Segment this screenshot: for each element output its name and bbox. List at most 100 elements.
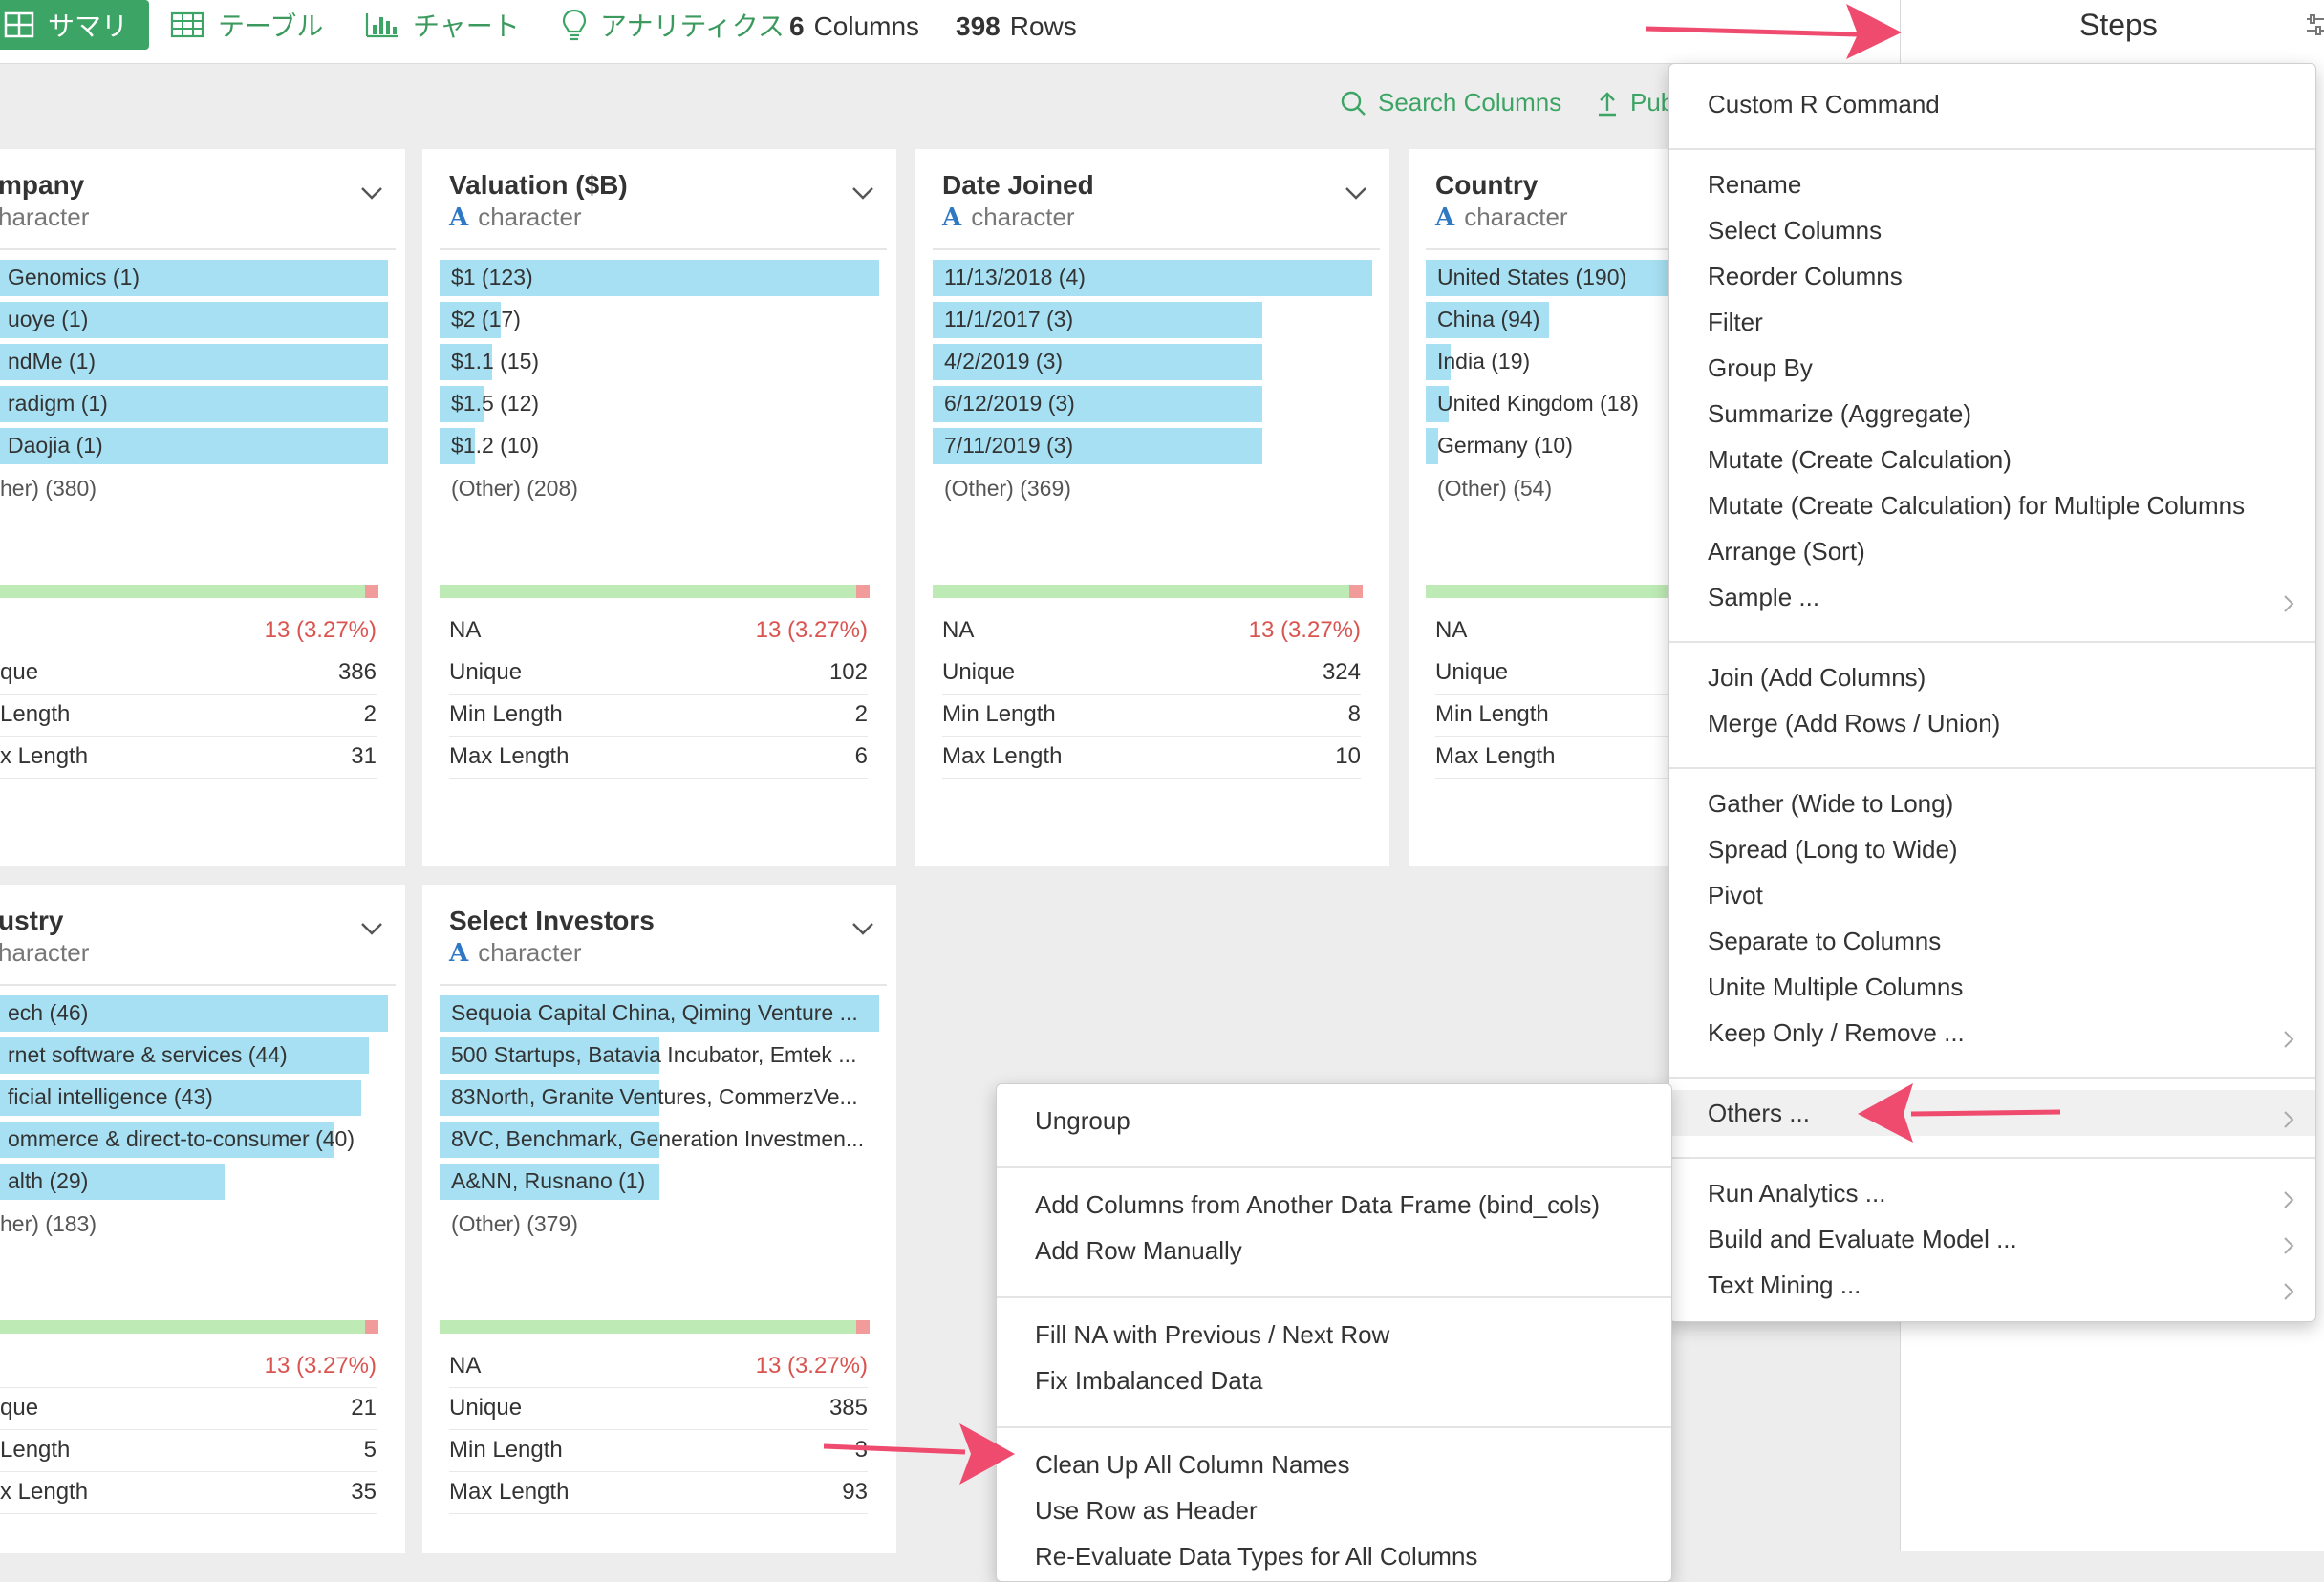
chevron-down-icon[interactable]	[359, 921, 384, 941]
menu-item-label: Add Row Manually	[1035, 1236, 1242, 1265]
value-bar-label: India (19)	[1437, 349, 1531, 374]
value-bar[interactable]: United States (190)	[1426, 260, 1678, 296]
menu-item-fix-imbalanced-data[interactable]: Fix Imbalanced Data	[997, 1361, 1671, 1400]
value-bar[interactable]: 4/2/2019 (3)	[933, 344, 1372, 380]
value-bar-label: $1.1 (15)	[451, 349, 540, 374]
card-divider	[1426, 248, 1686, 250]
menu-item-rename[interactable]: Rename	[1669, 165, 2315, 203]
stat-label: NA	[942, 617, 975, 643]
value-bar-label: radigm (1)	[8, 391, 108, 416]
menu-item-filter[interactable]: Filter	[1669, 303, 2315, 341]
value-bar[interactable]: 7/11/2019 (3)	[933, 428, 1372, 464]
menu-item-gather-wide-to-long[interactable]: Gather (Wide to Long)	[1669, 784, 2315, 823]
menu-item-others[interactable]: Others ...	[1669, 1090, 2315, 1136]
value-bar[interactable]: ficial intelligence (43)	[0, 1080, 388, 1116]
menu-item-custom-r-command[interactable]: Custom R Command	[1669, 85, 2315, 123]
value-bar[interactable]: 6/12/2019 (3)	[933, 386, 1372, 422]
menu-item-build-and-evaluate-model[interactable]: Build and Evaluate Model ...	[1669, 1220, 2315, 1258]
value-bar[interactable]: Daojia (1)	[0, 428, 388, 464]
menu-item-sample[interactable]: Sample ...	[1669, 578, 2315, 616]
na-ratio-bar	[0, 1320, 378, 1334]
menu-item-pivot[interactable]: Pivot	[1669, 876, 2315, 914]
value-bar-label: 11/1/2017 (3)	[944, 307, 1074, 331]
menu-item-ungroup[interactable]: Ungroup	[997, 1101, 1671, 1140]
menu-item-select-columns[interactable]: Select Columns	[1669, 211, 2315, 249]
menu-item-unite-multiple-columns[interactable]: Unite Multiple Columns	[1669, 968, 2315, 1006]
value-bar[interactable]: United Kingdom (18)	[1426, 386, 1678, 422]
value-bar[interactable]: 11/13/2018 (4)	[933, 260, 1372, 296]
value-bar-label: 6/12/2019 (3)	[944, 391, 1075, 416]
menu-item-reorder-columns[interactable]: Reorder Columns	[1669, 257, 2315, 295]
menu-item-fill-na-with-previous-next-row[interactable]: Fill NA with Previous / Next Row	[997, 1315, 1671, 1354]
publish-link[interactable]: Pub	[1596, 88, 1674, 118]
na-ratio-bar	[1426, 585, 1695, 598]
value-bar[interactable]: alth (29)	[0, 1164, 388, 1200]
value-bar[interactable]: ndMe (1)	[0, 344, 388, 380]
search-columns-link[interactable]: Search Columns	[1340, 88, 1561, 118]
value-bar[interactable]: $1 (123)	[440, 260, 879, 296]
menu-item-keep-only-remove[interactable]: Keep Only / Remove ...	[1669, 1014, 2315, 1052]
settings-sliders-icon[interactable]	[2307, 11, 2324, 49]
menu-separator	[997, 1166, 1671, 1168]
stat-value: 324	[1322, 659, 1361, 685]
value-bar[interactable]: $1.2 (10)	[440, 428, 879, 464]
chevron-down-icon[interactable]	[1344, 185, 1368, 205]
menu-item-re-evaluate-data-types-for-all-columns[interactable]: Re-Evaluate Data Types for All Columns	[997, 1537, 1671, 1575]
stat-label: Length	[0, 1437, 71, 1463]
card-divider	[0, 984, 396, 986]
value-bar[interactable]: $2 (17)	[440, 302, 879, 338]
menu-item-spread-long-to-wide[interactable]: Spread (Long to Wide)	[1669, 830, 2315, 868]
value-bar[interactable]: uoye (1)	[0, 302, 388, 338]
tab-analytics[interactable]: アナリティクス	[562, 0, 785, 50]
menu-item-label: Filter	[1708, 308, 1763, 336]
value-bar[interactable]: ommerce & direct-to-consumer (40)	[0, 1122, 388, 1158]
value-bar[interactable]: $1.5 (12)	[440, 386, 879, 422]
steps-title: Steps	[2079, 8, 2158, 42]
menu-item-add-row-manually[interactable]: Add Row Manually	[997, 1231, 1671, 1270]
menu-item-clean-up-all-column-names[interactable]: Clean Up All Column Names	[997, 1445, 1671, 1484]
stat-row: Min Length	[1435, 694, 1695, 737]
menu-item-label: Unite Multiple Columns	[1708, 973, 1964, 1001]
value-bar[interactable]: Genomics (1)	[0, 260, 388, 296]
chevron-down-icon[interactable]	[850, 921, 875, 941]
tab-summary[interactable]: サマリ	[0, 0, 150, 50]
value-bar[interactable]: 83North, Granite Ventures, CommerzVe...	[440, 1080, 879, 1116]
tab-table[interactable]: テーブル	[170, 0, 323, 50]
value-bar[interactable]: radigm (1)	[0, 386, 388, 422]
menu-item-separate-to-columns[interactable]: Separate to Columns	[1669, 922, 2315, 960]
menu-item-merge-add-rows-union[interactable]: Merge (Add Rows / Union)	[1669, 704, 2315, 742]
menu-item-join-add-columns[interactable]: Join (Add Columns)	[1669, 658, 2315, 696]
menu-item-run-analytics[interactable]: Run Analytics ...	[1669, 1174, 2315, 1212]
stat-row: Unique 385	[449, 1387, 868, 1430]
menu-item-group-by[interactable]: Group By	[1669, 349, 2315, 387]
value-bar[interactable]: India (19)	[1426, 344, 1678, 380]
menu-item-add-columns-from-another-data-frame-bind-cols[interactable]: Add Columns from Another Data Frame (bin…	[997, 1186, 1671, 1224]
stat-value: 2	[854, 701, 868, 727]
value-bar[interactable]: Germany (10)	[1426, 428, 1678, 464]
value-bar[interactable]: 11/1/2017 (3)	[933, 302, 1372, 338]
menu-item-mutate-create-calculation-for-multiple-columns[interactable]: Mutate (Create Calculation) for Multiple…	[1669, 486, 2315, 524]
chevron-down-icon[interactable]	[850, 185, 875, 205]
stat-label: Unique	[449, 659, 523, 685]
stat-row: x Length 35	[0, 1471, 377, 1514]
menu-item-arrange-sort[interactable]: Arrange (Sort)	[1669, 532, 2315, 570]
value-bar[interactable]: $1.1 (15)	[440, 344, 879, 380]
value-bar[interactable]: ech (46)	[0, 995, 388, 1032]
column-type: Acharacter	[1435, 203, 1568, 232]
tab-chart[interactable]: チャート	[365, 0, 520, 50]
na-missing-segment	[365, 585, 378, 598]
menu-item-text-mining[interactable]: Text Mining ...	[1669, 1266, 2315, 1304]
menu-item-label: Spread (Long to Wide)	[1708, 835, 1958, 864]
menu-item-mutate-create-calculation[interactable]: Mutate (Create Calculation)	[1669, 440, 2315, 479]
value-bar[interactable]: rnet software & services (44)	[0, 1037, 388, 1074]
value-bar-label: 500 Startups, Batavia Incubator, Emtek .…	[451, 1042, 857, 1067]
chevron-down-icon[interactable]	[359, 185, 384, 205]
menu-item-use-row-as-header[interactable]: Use Row as Header	[997, 1491, 1671, 1529]
menu-item-summarize-aggregate[interactable]: Summarize (Aggregate)	[1669, 395, 2315, 433]
value-bar[interactable]: A&NN, Rusnano (1)	[440, 1164, 879, 1200]
value-bar[interactable]: China (94)	[1426, 302, 1678, 338]
value-bar[interactable]: 500 Startups, Batavia Incubator, Emtek .…	[440, 1037, 879, 1074]
value-bar[interactable]: Sequoia Capital China, Qiming Venture ..…	[440, 995, 879, 1032]
value-bar[interactable]: 8VC, Benchmark, Generation Investmen...	[440, 1122, 879, 1158]
menu-item-label: Gather (Wide to Long)	[1708, 789, 1954, 818]
